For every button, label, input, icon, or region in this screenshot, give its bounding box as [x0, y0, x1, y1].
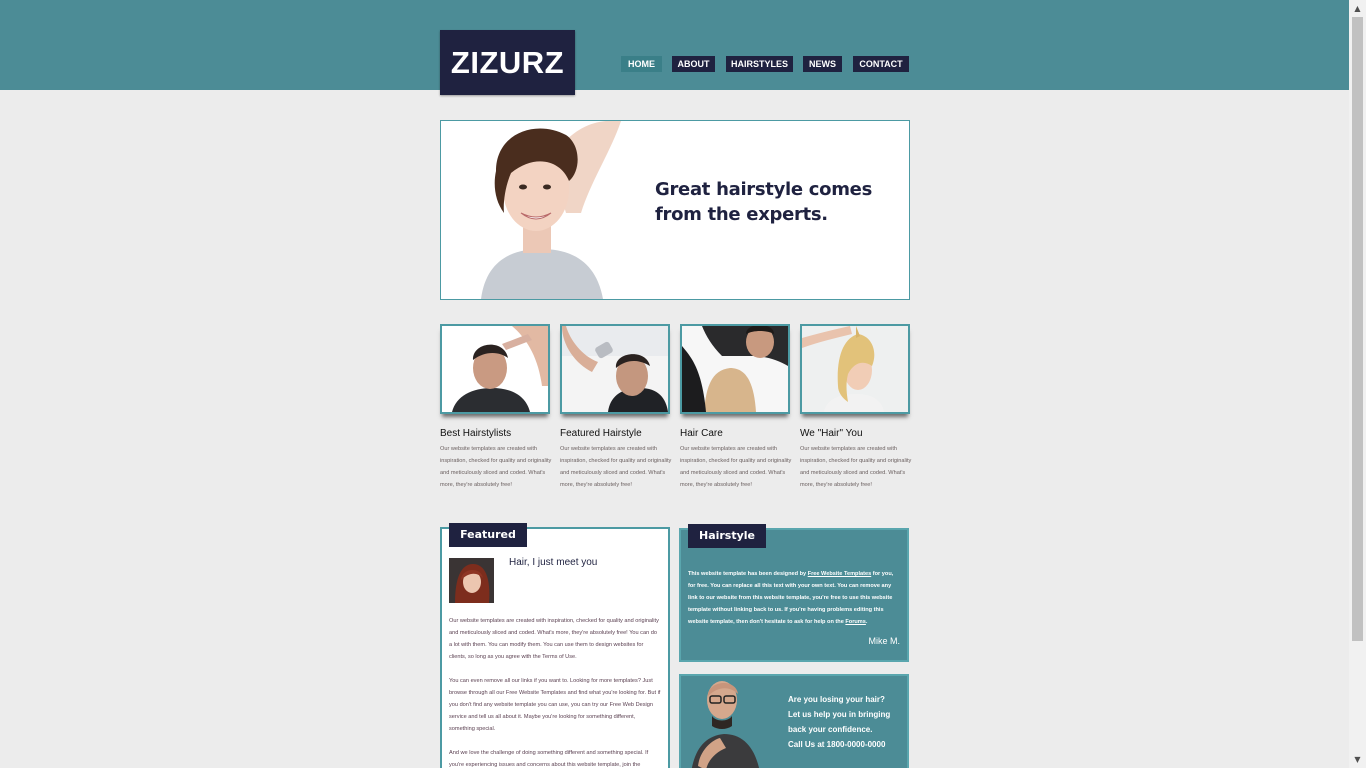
hairstyle-text: This website template has been designed … [688, 568, 900, 628]
feature-title: Hair Care [680, 428, 723, 439]
site-logo[interactable]: ZIZURZ [440, 30, 575, 95]
promo-man-image [691, 681, 759, 768]
feature-image[interactable] [680, 324, 790, 414]
hairstyle-tab: Hairstyle [688, 524, 766, 548]
promo-panel: Are you losing your hair? Let us help yo… [679, 674, 909, 768]
scroll-down-arrow-icon[interactable]: ▼ [1349, 751, 1366, 768]
scrollbar-thumb[interactable] [1352, 17, 1363, 641]
nav-about[interactable]: ABOUT [672, 56, 715, 72]
hairstyle-signature: Mike M. [868, 636, 901, 646]
featured-paragraph: You can even remove all our links if you… [449, 678, 661, 732]
header-bar [0, 0, 1349, 90]
page: ZIZURZ HOME ABOUT HAIRSTYLES NEWS CONTAC… [0, 0, 1349, 768]
feature-image[interactable] [440, 324, 550, 414]
hairstyle-text-2: for you, for free. You can replace all t… [688, 571, 894, 625]
feature-title: We "Hair" You [800, 428, 863, 439]
vertical-scrollbar[interactable]: ▲ ▼ [1349, 0, 1366, 768]
feature-image[interactable] [560, 324, 670, 414]
feature-title: Featured Hairstyle [560, 428, 642, 439]
feature-image[interactable] [800, 324, 910, 414]
promo-phone[interactable]: Call Us at 1800-0000-0000 [788, 737, 903, 752]
featured-tab: Featured [449, 523, 527, 547]
forums-link[interactable]: Forums [845, 619, 866, 625]
hero-banner: Great hairstyle comes from the experts. [440, 120, 910, 300]
hair-care-photo [682, 326, 788, 412]
feature-text: Our website templates are created with i… [560, 446, 672, 488]
nav-contact[interactable]: CONTACT [853, 56, 909, 72]
hairstyle-text-3: . [865, 619, 868, 625]
feature-text: Our website templates are created with i… [680, 446, 792, 488]
hero-woman-image [441, 121, 641, 299]
featured-paragraph: And we love the challenge of doing somet… [449, 750, 649, 768]
feature-title: Best Hairstylists [440, 428, 512, 439]
scroll-up-arrow-icon[interactable]: ▲ [1349, 0, 1366, 17]
featured-paragraph: Our website templates are created with i… [449, 618, 659, 660]
nav-news[interactable]: NEWS [803, 56, 842, 72]
hairstyle-text-1: This website template has been designed … [688, 571, 807, 577]
featured-avatar [449, 558, 494, 603]
hero-headline: Great hairstyle comes from the experts. [655, 179, 872, 225]
styling-photo [802, 326, 908, 412]
feature-text: Our website templates are created with i… [440, 446, 552, 488]
haircut-photo [442, 326, 548, 412]
hairstyle-panel: Hairstyle This website template has been… [679, 524, 909, 662]
nav-home[interactable]: HOME [621, 56, 662, 72]
blowdry-photo [562, 326, 668, 412]
nav-hairstyles[interactable]: HAIRSTYLES [726, 56, 793, 72]
free-website-templates-link[interactable]: Free Website Templates [808, 571, 872, 577]
promo-line-2: Let us help you in bringing back your co… [788, 710, 891, 734]
feature-text: Our website templates are created with i… [800, 446, 912, 488]
site-logo-text: ZIZURZ [450, 45, 565, 80]
featured-heading: Hair, I just meet you [509, 557, 598, 568]
promo-text: Are you losing your hair? Let us help yo… [788, 692, 903, 752]
promo-line-1: Are you losing your hair? [788, 695, 885, 704]
featured-panel: Featured Hair, I just meet you Our websi… [440, 523, 670, 768]
